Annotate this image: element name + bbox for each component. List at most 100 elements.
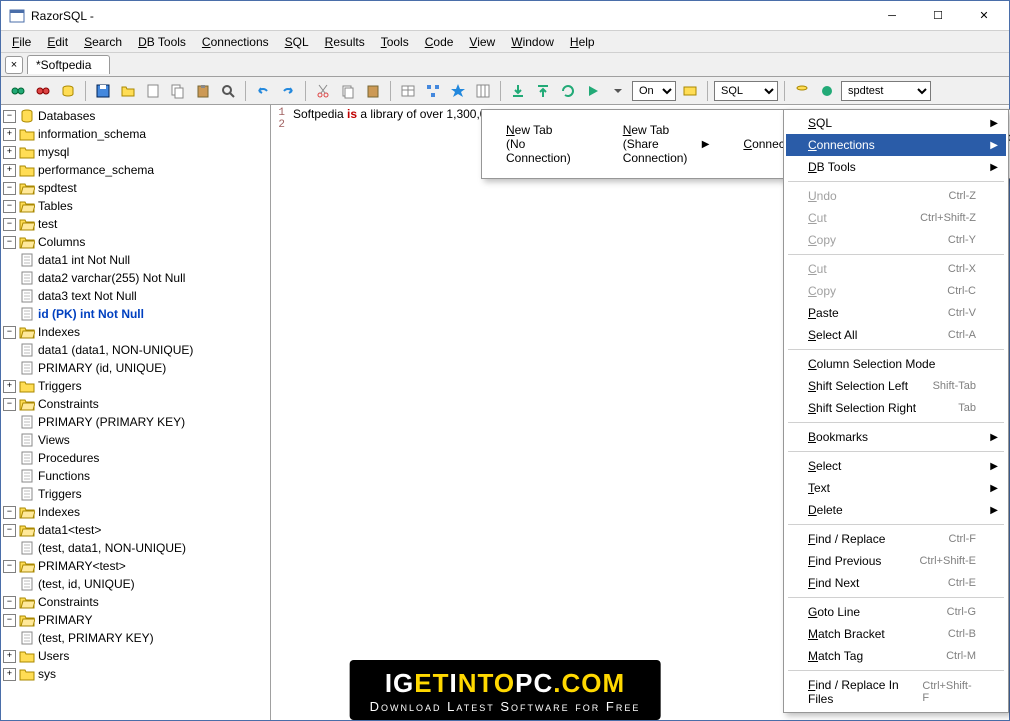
menu-item[interactable]: Match TagCtrl-M <box>786 645 1006 667</box>
tree-item[interactable]: −spdtest <box>3 179 268 197</box>
copy-icon[interactable] <box>167 80 189 102</box>
menu-edit[interactable]: Edit <box>40 33 75 51</box>
menu-item[interactable]: New Tab (Share Connection)▶ <box>601 112 718 176</box>
menu-dbtools[interactable]: DB Tools <box>131 33 193 51</box>
tree-item[interactable]: −data1<test> <box>3 521 268 539</box>
menu-item[interactable]: DB Tools▶ <box>786 156 1006 178</box>
menu-file[interactable]: File <box>5 33 38 51</box>
save-icon[interactable] <box>92 80 114 102</box>
open-icon[interactable] <box>117 80 139 102</box>
tree-item[interactable]: Views <box>3 431 268 449</box>
menu-item[interactable]: Find / ReplaceCtrl-F <box>786 528 1006 550</box>
menu-item[interactable]: Find NextCtrl-E <box>786 572 1006 594</box>
tree-item[interactable]: id (PK) int Not Null <box>3 305 268 323</box>
menu-view[interactable]: View <box>462 33 502 51</box>
minimize-button[interactable]: ─ <box>869 2 915 30</box>
tree-item[interactable]: (test, PRIMARY KEY) <box>3 629 268 647</box>
tree-item[interactable]: −PRIMARY<test> <box>3 557 268 575</box>
star-icon[interactable] <box>447 80 469 102</box>
editor-tab[interactable]: *Softpedia <box>27 55 110 74</box>
tree-item[interactable]: data3 text Not Null <box>3 287 268 305</box>
menu-search[interactable]: Search <box>77 33 129 51</box>
menu-item[interactable]: Shift Selection RightTab <box>786 397 1006 419</box>
tree-item[interactable]: Procedures <box>3 449 268 467</box>
maximize-button[interactable]: ☐ <box>915 2 961 30</box>
tree-item[interactable]: +Users <box>3 647 268 665</box>
close-button[interactable]: ✕ <box>961 2 1007 30</box>
tree-item[interactable]: +sys <box>3 665 268 683</box>
db-icon[interactable] <box>57 80 79 102</box>
tree-item[interactable]: data2 varchar(255) Not Null <box>3 269 268 287</box>
menu-tools[interactable]: Tools <box>374 33 416 51</box>
menu-window[interactable]: Window <box>504 33 561 51</box>
toolbar: On SQL spdtest <box>1 77 1009 105</box>
status-icon[interactable] <box>816 80 838 102</box>
menu-item[interactable]: Connections▶ <box>786 134 1006 156</box>
connect-icon[interactable] <box>7 80 29 102</box>
tree-item[interactable]: −Constraints <box>3 593 268 611</box>
menu-item[interactable]: Find / Replace In FilesCtrl+Shift-F <box>786 674 1006 710</box>
menu-item[interactable]: PasteCtrl-V <box>786 302 1006 324</box>
menu-item[interactable]: Text▶ <box>786 477 1006 499</box>
redo-icon[interactable] <box>277 80 299 102</box>
tree-item[interactable]: PRIMARY (PRIMARY KEY) <box>3 413 268 431</box>
menu-item[interactable]: Shift Selection LeftShift-Tab <box>786 375 1006 397</box>
menu-results[interactable]: Results <box>318 33 372 51</box>
dropdown-icon[interactable] <box>607 80 629 102</box>
menu-item[interactable]: New Tab (No Connection) <box>484 112 601 176</box>
lang-combo[interactable]: SQL <box>714 81 778 101</box>
refresh-icon[interactable] <box>557 80 579 102</box>
tree-item[interactable]: −PRIMARY <box>3 611 268 629</box>
menu-item[interactable]: Column Selection Mode <box>786 353 1006 375</box>
menu-item[interactable]: Find PreviousCtrl+Shift-E <box>786 550 1006 572</box>
menu-item[interactable]: Goto LineCtrl-G <box>786 601 1006 623</box>
tree-item[interactable]: +performance_schema <box>3 161 268 179</box>
tree-item[interactable]: −test <box>3 215 268 233</box>
menu-connections[interactable]: Connections <box>195 33 276 51</box>
tree-item[interactable]: −Columns <box>3 233 268 251</box>
menu-item[interactable]: Select AllCtrl-A <box>786 324 1006 346</box>
menu-help[interactable]: Help <box>563 33 602 51</box>
paste-icon[interactable] <box>192 80 214 102</box>
tree-item[interactable]: −Indexes <box>3 323 268 341</box>
tree-item[interactable]: data1 int Not Null <box>3 251 268 269</box>
grid-icon[interactable] <box>472 80 494 102</box>
table-icon[interactable] <box>397 80 419 102</box>
tree-item[interactable]: +information_schema <box>3 125 268 143</box>
commit-icon[interactable] <box>679 80 701 102</box>
find-icon[interactable] <box>217 80 239 102</box>
tree-item[interactable]: −Tables <box>3 197 268 215</box>
menu-item[interactable]: SQL▶ <box>786 112 1006 134</box>
tree-item[interactable]: Triggers <box>3 485 268 503</box>
menu-code[interactable]: Code <box>418 33 461 51</box>
tree-item[interactable]: +mysql <box>3 143 268 161</box>
database-combo[interactable]: spdtest <box>841 81 931 101</box>
disconnect-icon[interactable] <box>32 80 54 102</box>
menu-sql[interactable]: SQL <box>278 33 316 51</box>
export-icon[interactable] <box>507 80 529 102</box>
copy2-icon[interactable] <box>337 80 359 102</box>
cut-icon[interactable] <box>312 80 334 102</box>
tree-item[interactable]: −Constraints <box>3 395 268 413</box>
undo-icon[interactable] <box>252 80 274 102</box>
commit-combo[interactable]: On <box>632 81 676 101</box>
conn-icon[interactable] <box>791 80 813 102</box>
tree-item[interactable]: PRIMARY (id, UNIQUE) <box>3 359 268 377</box>
close-tab-icon[interactable]: × <box>5 56 23 74</box>
new-icon[interactable] <box>142 80 164 102</box>
tree-item[interactable]: −Indexes <box>3 503 268 521</box>
tree-icon[interactable] <box>422 80 444 102</box>
menu-item[interactable]: Bookmarks▶ <box>786 426 1006 448</box>
tree-item[interactable]: Functions <box>3 467 268 485</box>
tree-item[interactable]: +Triggers <box>3 377 268 395</box>
paste2-icon[interactable] <box>362 80 384 102</box>
menu-item[interactable]: Match BracketCtrl-B <box>786 623 1006 645</box>
import-icon[interactable] <box>532 80 554 102</box>
tree-item[interactable]: data1 (data1, NON-UNIQUE) <box>3 341 268 359</box>
menu-item[interactable]: Select▶ <box>786 455 1006 477</box>
run-icon[interactable] <box>582 80 604 102</box>
menu-item[interactable]: Delete▶ <box>786 499 1006 521</box>
tree-item[interactable]: (test, id, UNIQUE) <box>3 575 268 593</box>
tree-root[interactable]: −Databases <box>3 107 268 125</box>
tree-item[interactable]: (test, data1, NON-UNIQUE) <box>3 539 268 557</box>
